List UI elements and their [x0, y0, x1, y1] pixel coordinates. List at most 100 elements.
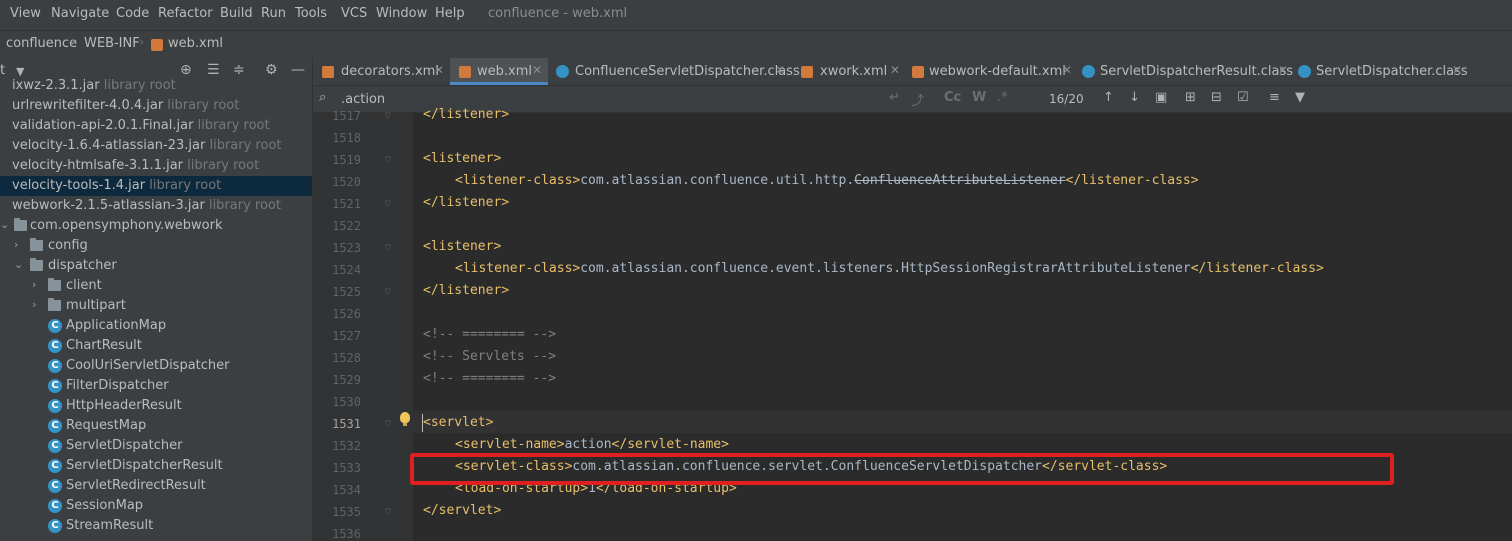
close-icon[interactable]: ✕ — [775, 63, 785, 77]
close-icon[interactable]: ✕ — [434, 63, 444, 77]
regex-toggle[interactable]: .* — [997, 90, 1008, 105]
tree-item-class[interactable]: C ServletDispatcherResult — [0, 456, 312, 476]
chevron-down-icon[interactable]: ⌄ — [0, 218, 9, 231]
class-icon: C — [48, 419, 62, 433]
fold-marker-icon[interactable]: ⌔ — [383, 418, 392, 431]
chevron-right-icon[interactable]: › — [32, 298, 36, 311]
tree-item-class[interactable]: C SessionMap — [0, 496, 312, 516]
code-line: </listener> — [423, 107, 509, 122]
menu-run[interactable]: Run — [261, 6, 286, 21]
lightbulb-icon[interactable] — [400, 412, 410, 426]
menu-code[interactable]: Code — [116, 6, 149, 21]
tab-servlet-dispatcher[interactable]: ServletDispatcher.class ✕ — [1294, 58, 1468, 85]
multiline-icon[interactable]: ≡ — [1269, 90, 1280, 105]
current-line-highlight — [413, 411, 1512, 433]
menu-navigate[interactable]: Navigate — [51, 6, 109, 21]
fold-marker-icon[interactable]: ⌔ — [383, 110, 392, 123]
search-input[interactable] — [339, 89, 903, 109]
tree-item-folder[interactable]: ⌄ dispatcher — [0, 256, 312, 276]
editor-gutter: 1517 ⌔ 1518 1519 ⌔ 1520 1521 ⌔ 1522 1523 ⌔ 1524 1525… — [313, 109, 413, 541]
fold-marker-icon[interactable]: ⌔ — [383, 506, 392, 519]
chevron-down-icon[interactable]: ⌄ — [14, 258, 23, 271]
tree-item-class[interactable]: C HttpHeaderResult — [0, 396, 312, 416]
project-panel: t ▼ ⊕ ☰ ≑ ⚙ — ixwz-2.3.1.jar library roo… — [0, 58, 313, 541]
menu-window[interactable]: Window — [376, 6, 427, 21]
select-all-occurrences-icon[interactable]: ▣ — [1155, 90, 1167, 105]
menu-view[interactable]: View — [10, 6, 41, 21]
tree-item-label: dispatcher — [48, 258, 117, 273]
tree-item-jar[interactable]: validation-api-2.0.1.Final.jar library r… — [0, 116, 312, 136]
menu-refactor[interactable]: Refactor — [158, 6, 213, 21]
tree-item-folder[interactable]: › multipart — [0, 296, 312, 316]
tab-confluence-servlet-dispatcher[interactable]: ConfluenceServletDispatcher.class ✕ — [550, 58, 800, 85]
tree-item-sublabel: library root — [204, 198, 281, 213]
new-line-icon[interactable]: ↵ — [889, 90, 900, 105]
fold-marker-icon[interactable]: ⌔ — [383, 198, 392, 211]
tab-web-xml[interactable]: web.xml ✕ — [450, 58, 548, 85]
tab-servlet-dispatcher-result[interactable]: ServletDispatcherResult.class ✕ — [1078, 58, 1294, 85]
history-icon[interactable]: ⤴ — [911, 90, 924, 109]
menu-build[interactable]: Build — [220, 6, 253, 21]
tree-item-jar[interactable]: velocity-tools-1.4.jar library root — [0, 176, 312, 196]
tab-label: web.xml — [477, 64, 532, 79]
close-icon[interactable]: ✕ — [1278, 63, 1288, 77]
tab-label: ConfluenceServletDispatcher.class — [575, 64, 800, 79]
remove-occurrence-icon[interactable]: ⊟ — [1211, 90, 1222, 105]
breadcrumb-file[interactable]: web.xml — [168, 36, 223, 51]
tab-webwork-default-xml[interactable]: webwork-default.xml ✕ — [906, 58, 1076, 85]
close-icon[interactable]: ✕ — [532, 63, 542, 77]
tab-decorators-xml[interactable]: decorators.xml ✕ — [313, 58, 448, 85]
match-case-toggle[interactable]: Cc — [944, 90, 961, 105]
add-occurrence-icon[interactable]: ⊞ — [1185, 90, 1196, 105]
tree-item-class[interactable]: C ServletRedirectResult — [0, 476, 312, 496]
fold-marker-icon[interactable]: ⌔ — [383, 286, 392, 299]
line-number: 1523 — [332, 241, 361, 255]
menu-tools[interactable]: Tools — [295, 6, 327, 21]
tree-item-jar[interactable]: ixwz-2.3.1.jar library root — [0, 76, 312, 96]
next-occurrence-icon[interactable]: ↓ — [1129, 90, 1140, 105]
tree-item-class[interactable]: C ServletDispatcher — [0, 436, 312, 456]
tree-item-class[interactable]: C StreamResult — [0, 516, 312, 536]
tree-item-class[interactable]: C ApplicationMap — [0, 316, 312, 336]
chevron-right-icon[interactable]: › — [14, 238, 18, 251]
whole-words-toggle[interactable]: W — [972, 90, 986, 105]
search-icon[interactable]: ⌕ — [319, 90, 326, 105]
filter-icon[interactable]: ▼ — [1295, 90, 1305, 105]
tree-item-folder[interactable]: › client — [0, 276, 312, 296]
tree-item-class[interactable]: C ChartResult — [0, 336, 312, 356]
menu-vcs[interactable]: VCS — [341, 6, 367, 21]
select-occurrences-icon[interactable]: ☑ — [1237, 90, 1249, 105]
fold-marker-icon[interactable]: ⌔ — [383, 154, 392, 167]
tree-item-jar[interactable]: urlrewritefilter-4.0.4.jar library root — [0, 96, 312, 116]
folder-icon — [48, 298, 61, 311]
close-icon[interactable]: ✕ — [1062, 63, 1072, 77]
close-icon[interactable]: ✕ — [1452, 63, 1462, 77]
tab-label: ServletDispatcherResult.class — [1100, 64, 1294, 79]
menu-help[interactable]: Help — [435, 6, 465, 21]
tree-item-label: velocity-1.6.4-atlassian-23.jar library … — [12, 138, 282, 153]
tree-item-class[interactable]: C CoolUriServletDispatcher — [0, 356, 312, 376]
tree-item-jar[interactable]: velocity-htmlsafe-3.1.1.jar library root — [0, 156, 312, 176]
breadcrumb-folder[interactable]: WEB-INF — [84, 36, 140, 51]
breadcrumb-separator-icon: › — [71, 35, 77, 50]
class-file-icon — [556, 65, 569, 78]
tree-item-class[interactable]: C RequestMap — [0, 416, 312, 436]
tree-item-jar[interactable]: velocity-1.6.4-atlassian-23.jar library … — [0, 136, 312, 156]
xml-tag: </listener> — [423, 107, 510, 122]
tree-item-folder[interactable]: ⌄ com.opensymphony.webwork — [0, 216, 312, 236]
tab-xwork-xml[interactable]: xwork.xml ✕ — [792, 58, 904, 85]
chevron-right-icon[interactable]: › — [32, 278, 36, 291]
tree-item-class[interactable]: C FilterDispatcher — [0, 376, 312, 396]
fold-marker-icon[interactable]: ⌔ — [383, 242, 392, 255]
tree-item-jar[interactable]: webwork-2.1.5-atlassian-3.jar library ro… — [0, 196, 312, 216]
xml-comment: <!-- ======== --> — [423, 327, 557, 342]
xml-tag: <listener-class> — [455, 261, 581, 276]
code-line: </servlet> — [423, 503, 501, 518]
text-caret — [422, 414, 423, 432]
previous-occurrence-icon[interactable]: ↑ — [1103, 90, 1114, 105]
tree-item-label: ChartResult — [66, 338, 142, 353]
close-icon[interactable]: ✕ — [890, 63, 900, 77]
tree-item-folder[interactable]: › config — [0, 236, 312, 256]
breadcrumb-project[interactable]: confluence — [6, 36, 77, 51]
tab-label: ServletDispatcher.class — [1316, 64, 1468, 79]
